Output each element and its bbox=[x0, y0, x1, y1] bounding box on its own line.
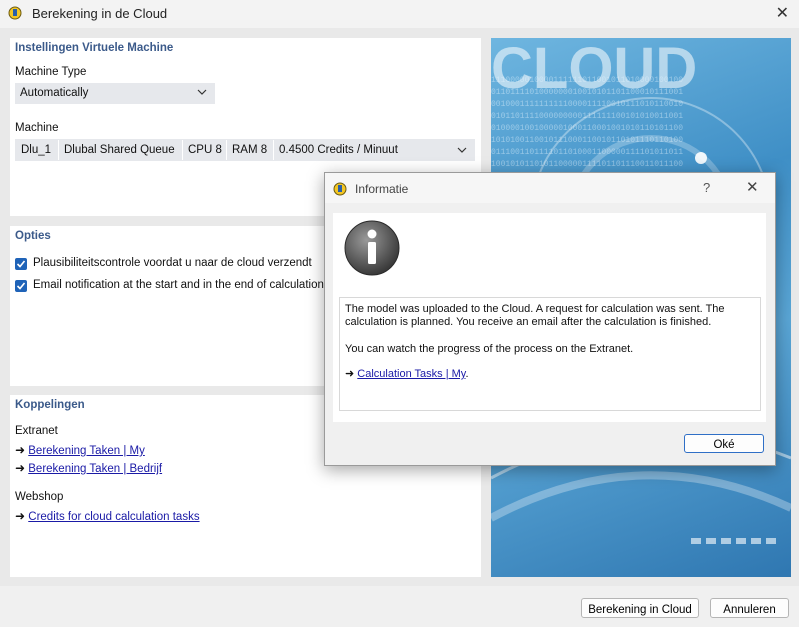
window-title: Berekening in de Cloud bbox=[32, 6, 168, 21]
message-line-2: You can watch the progress of the proces… bbox=[345, 343, 634, 355]
message-box: The model was uploaded to the Cloud. A r… bbox=[339, 297, 761, 411]
machine-type-value: Automatically bbox=[20, 87, 89, 99]
machine-label: Machine bbox=[15, 122, 59, 134]
extranet-link-item: ➜ Berekening Taken | Bedrijf bbox=[15, 461, 162, 475]
link-tasks-company[interactable]: Berekening Taken | Bedrijf bbox=[28, 463, 162, 475]
plausibility-checkbox[interactable] bbox=[15, 258, 27, 270]
machine-type-label: Machine Type bbox=[15, 66, 87, 78]
machine-ram: RAM 8 bbox=[227, 140, 274, 160]
dialog-title: Informatie bbox=[355, 182, 409, 196]
machine-type-dropdown[interactable]: Automatically bbox=[15, 83, 215, 104]
vm-section-title: Instellingen Virtuele Machine bbox=[15, 42, 174, 54]
svg-text:111000001000011111101100101101: 1110000010000111111011001011010000100100 bbox=[491, 76, 683, 85]
calculate-in-cloud-button[interactable]: Berekening in Cloud bbox=[581, 598, 699, 618]
svg-text:011100110111101101000110000011: 0111001101111011010001100000111101011011 bbox=[491, 148, 683, 157]
link-credits[interactable]: Credits for cloud calculation tasks bbox=[28, 511, 199, 523]
info-dialog: Informatie ? ✕ The model was uploaded to… bbox=[324, 172, 776, 466]
arrow-right-icon: ➜ bbox=[15, 443, 26, 457]
chevron-down-icon bbox=[197, 89, 207, 95]
app-icon bbox=[333, 182, 347, 196]
webshop-label: Webshop bbox=[15, 491, 64, 503]
close-icon[interactable]: ✕ bbox=[776, 3, 789, 23]
arrow-right-icon: ➜ bbox=[15, 461, 26, 475]
email-notification-label: Email notification at the start and in t… bbox=[33, 279, 324, 291]
machine-credits: 0.4500 Credits / Minuut bbox=[279, 144, 398, 156]
machine-dropdown[interactable]: Dlu_1 Dlubal Shared Queue CPU 8 RAM 8 0.… bbox=[15, 139, 475, 161]
plausibility-label: Plausibiliteitscontrole voordat u naar d… bbox=[33, 257, 312, 269]
link-suffix: . bbox=[465, 368, 469, 380]
dialog-titlebar: Informatie ? ✕ bbox=[325, 173, 775, 203]
dialog-body: The model was uploaded to the Cloud. A r… bbox=[333, 213, 766, 422]
arrow-right-icon: ➜ bbox=[15, 509, 26, 523]
extranet-link-item: ➜ Berekening Taken | My bbox=[15, 443, 145, 457]
app-icon bbox=[8, 6, 22, 20]
machine-cpu: CPU 8 bbox=[183, 140, 227, 160]
message-line-1: The model was uploaded to the Cloud. A r… bbox=[345, 303, 725, 328]
machine-queue: Dlubal Shared Queue bbox=[59, 140, 183, 160]
info-icon bbox=[344, 220, 400, 276]
extranet-label: Extranet bbox=[15, 425, 58, 437]
machine-name: Dlu_1 bbox=[16, 140, 59, 160]
checkmark-icon bbox=[16, 282, 26, 290]
message-link-row: ➜ Calculation Tasks | My. bbox=[345, 368, 755, 381]
svg-text:010000100100000100011000100101: 0100001001000001000110001001010110101100 bbox=[491, 124, 683, 133]
checkmark-icon bbox=[16, 260, 26, 268]
ok-button[interactable]: Oké bbox=[684, 434, 764, 453]
options-section-title: Opties bbox=[15, 230, 51, 242]
help-icon[interactable]: ? bbox=[703, 180, 710, 195]
arrow-right-icon: ➜ bbox=[345, 368, 355, 380]
links-section-title: Koppelingen bbox=[15, 399, 85, 411]
close-icon[interactable]: ✕ bbox=[746, 178, 759, 196]
link-tasks-my[interactable]: Berekening Taken | My bbox=[28, 445, 145, 457]
svg-text:011011110100000001001010110110: 0110111101000000010010101101100010111001 bbox=[491, 88, 683, 97]
footer-bar: Berekening in Cloud Annuleren bbox=[0, 586, 799, 627]
chevron-down-icon bbox=[457, 147, 467, 153]
svg-text:001000111111111100001111001011: 0010001111111111000011110010111010110010 bbox=[491, 100, 683, 109]
webshop-link-item: ➜ Credits for cloud calculation tasks bbox=[15, 509, 200, 523]
cancel-button[interactable]: Annuleren bbox=[710, 598, 789, 618]
email-notification-checkbox[interactable] bbox=[15, 280, 27, 292]
window-titlebar: Berekening in de Cloud ✕ bbox=[0, 0, 799, 28]
link-calculation-tasks-my[interactable]: Calculation Tasks | My bbox=[357, 368, 465, 380]
